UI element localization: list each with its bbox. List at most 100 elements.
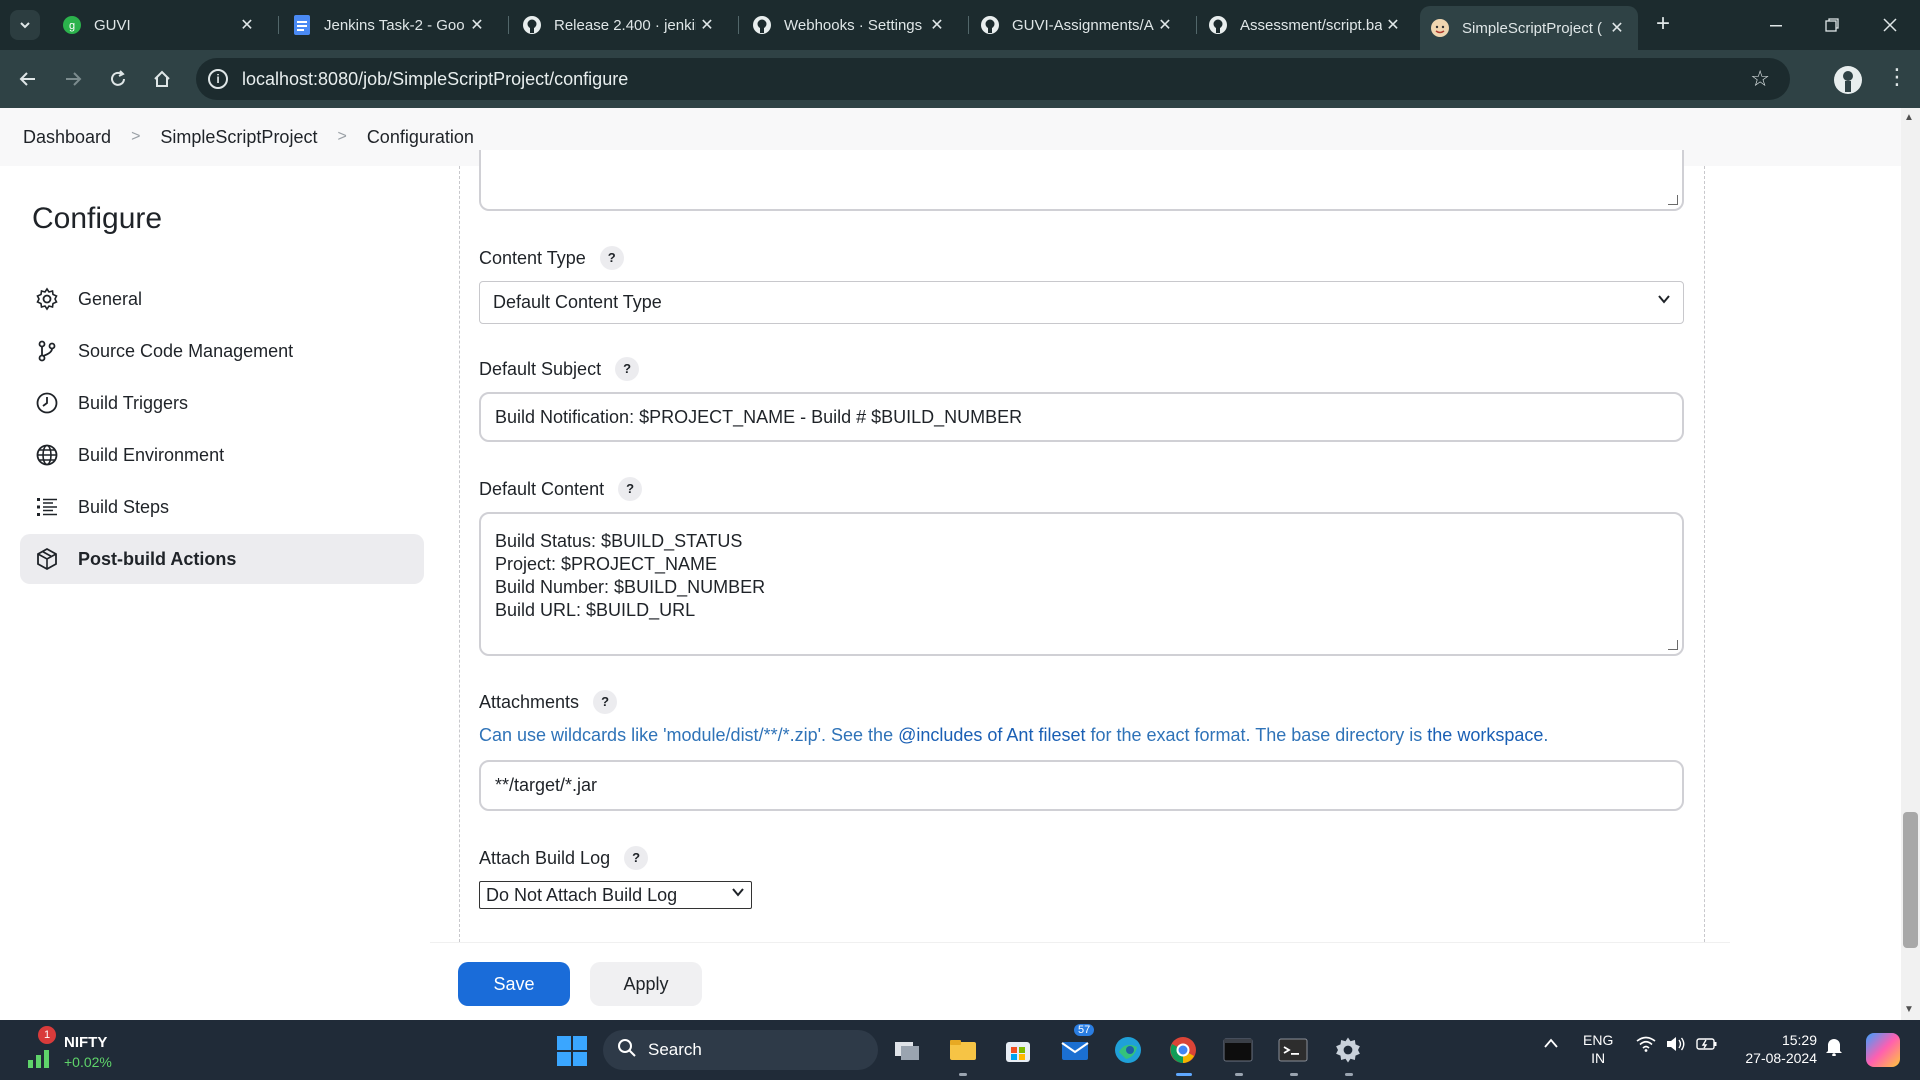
running-indicator xyxy=(1345,1073,1353,1076)
previous-textarea[interactable] xyxy=(479,150,1684,211)
sidebar-item-general[interactable]: General xyxy=(20,274,424,324)
branch-icon xyxy=(34,338,60,364)
content-type-select[interactable]: Default Content Type xyxy=(479,281,1684,324)
running-indicator xyxy=(1235,1073,1243,1076)
apply-button[interactable]: Apply xyxy=(590,962,702,1006)
svg-text:g: g xyxy=(69,20,75,32)
tab-webhooks-settings[interactable]: Webhooks · Settings ✕ xyxy=(742,7,958,43)
close-tab-icon[interactable]: ✕ xyxy=(1606,18,1628,38)
close-window-button[interactable] xyxy=(1862,0,1918,50)
notification-bell-icon[interactable] xyxy=(1825,1036,1843,1061)
store-icon[interactable] xyxy=(1001,1033,1035,1067)
save-button[interactable]: Save xyxy=(458,962,570,1006)
sidebar-item-build-steps[interactable]: Build Steps xyxy=(20,482,424,532)
tab-guvi[interactable]: g GUVI ✕ xyxy=(52,7,268,43)
scrollbar-thumb[interactable] xyxy=(1903,812,1918,948)
attachments-input[interactable]: **/target/*.jar xyxy=(479,760,1684,811)
input-language[interactable]: ENG IN xyxy=(1583,1031,1613,1067)
new-tab-button[interactable]: + xyxy=(1650,12,1676,38)
tab-simplescriptproject[interactable]: SimpleScriptProject ( ✕ xyxy=(1420,6,1638,50)
system-clock[interactable]: 15:29 27-08-2024 xyxy=(1737,1031,1817,1067)
site-info-icon[interactable]: i xyxy=(208,69,228,89)
default-subject-input[interactable]: Build Notification: $PROJECT_NAME - Buil… xyxy=(479,392,1684,442)
close-tab-icon[interactable]: ✕ xyxy=(236,15,258,35)
reload-icon xyxy=(111,70,125,86)
attach-build-log-label: Attach Build Log ? xyxy=(479,846,649,870)
clock-date: 27-08-2024 xyxy=(1745,1050,1817,1066)
workspace-link[interactable]: the workspace xyxy=(1427,725,1543,745)
default-content-textarea[interactable]: Build Status: $BUILD_STATUS Project: $PR… xyxy=(479,512,1684,656)
lang-line: IN xyxy=(1591,1050,1606,1066)
tab-release-jenkins[interactable]: Release 2.400 · jenkin ✕ xyxy=(512,7,728,43)
back-button[interactable] xyxy=(12,63,44,95)
scroll-down-icon[interactable]: ▼ xyxy=(1904,1004,1914,1015)
forward-button[interactable] xyxy=(57,63,89,95)
address-bar[interactable]: i localhost:8080/job/SimpleScriptProject… xyxy=(196,58,1790,100)
scroll-up-icon[interactable]: ▲ xyxy=(1904,112,1914,123)
breadcrumb-configuration[interactable]: Configuration xyxy=(367,127,474,148)
settings-gear-icon[interactable] xyxy=(1331,1033,1365,1067)
copilot-icon[interactable] xyxy=(1866,1033,1900,1067)
help-icon[interactable]: ? xyxy=(593,690,618,714)
google-docs-icon xyxy=(292,15,312,35)
help-icon[interactable]: ? xyxy=(624,846,649,870)
default-content-line: Build Status: $BUILD_STATUS xyxy=(495,531,743,551)
mail-icon[interactable] xyxy=(1058,1033,1092,1067)
attachments-hint-text: for the exact format. The base directory… xyxy=(1085,725,1428,745)
github-icon xyxy=(752,15,772,35)
start-button[interactable] xyxy=(557,1036,587,1066)
sidebar-item-source-code-management[interactable]: Source Code Management xyxy=(20,326,424,376)
tray-chevron-up-icon[interactable] xyxy=(1543,1036,1559,1054)
attach-build-log-select[interactable]: Do Not Attach Build Log xyxy=(479,881,752,909)
volume-icon[interactable] xyxy=(1666,1036,1686,1057)
sidebar-item-build-environment[interactable]: Build Environment xyxy=(20,430,424,480)
browser-menu-icon[interactable]: ⋮ xyxy=(1886,64,1908,90)
content-type-label: Content Type ? xyxy=(479,246,624,270)
terminal-icon[interactable] xyxy=(1221,1033,1255,1067)
arrow-right-icon xyxy=(66,72,82,86)
wifi-icon[interactable] xyxy=(1636,1036,1656,1057)
help-icon[interactable]: ? xyxy=(618,477,643,501)
chevron-right-icon: > xyxy=(131,128,141,145)
attach-build-log-value: Do Not Attach Build Log xyxy=(486,884,678,905)
task-view-icon[interactable] xyxy=(890,1033,924,1067)
close-tab-icon[interactable]: ✕ xyxy=(1154,15,1176,35)
taskbar-search[interactable]: Search xyxy=(603,1030,878,1070)
close-tab-icon[interactable]: ✕ xyxy=(1382,15,1404,35)
github-icon xyxy=(980,15,1000,35)
close-tab-icon[interactable]: ✕ xyxy=(466,15,488,35)
sidebar-item-build-triggers[interactable]: Build Triggers xyxy=(20,378,424,428)
attachments-hint: Can use wildcards like 'module/dist/**/*… xyxy=(479,725,1548,746)
breadcrumb-dashboard[interactable]: Dashboard xyxy=(23,127,111,148)
clock-icon xyxy=(34,390,60,416)
tab-jenkins-task-doc[interactable]: Jenkins Task-2 - Goo ✕ xyxy=(282,7,498,43)
sidebar-item-label: Source Code Management xyxy=(78,340,294,361)
resize-handle-icon[interactable] xyxy=(1668,640,1678,650)
resize-handle-icon[interactable] xyxy=(1668,195,1678,205)
edge-icon[interactable] xyxy=(1111,1033,1145,1067)
chrome-icon[interactable] xyxy=(1166,1033,1200,1067)
tab-guvi-assignments[interactable]: GUVI-Assignments/A ✕ xyxy=(970,7,1186,43)
sidebar-item-label: Post-build Actions xyxy=(78,548,237,569)
url-text[interactable]: localhost:8080/job/SimpleScriptProject/c… xyxy=(242,69,628,90)
profile-avatar[interactable] xyxy=(1834,66,1862,94)
close-tab-icon[interactable]: ✕ xyxy=(696,15,718,35)
sidebar-item-post-build-actions[interactable]: Post-build Actions xyxy=(20,534,424,584)
home-button[interactable] xyxy=(146,63,178,95)
bookmark-star-icon[interactable]: ☆ xyxy=(1750,66,1770,92)
command-prompt-icon[interactable] xyxy=(1276,1033,1310,1067)
battery-icon[interactable] xyxy=(1696,1036,1718,1057)
file-explorer-icon[interactable] xyxy=(946,1033,980,1067)
close-tab-icon[interactable]: ✕ xyxy=(926,15,948,35)
ant-fileset-link[interactable]: @includes of Ant fileset xyxy=(898,725,1085,745)
reload-button[interactable] xyxy=(102,63,134,95)
tab-assessment-script[interactable]: Assessment/script.ba ✕ xyxy=(1198,7,1414,43)
breadcrumb-project[interactable]: SimpleScriptProject xyxy=(160,127,317,148)
minimize-button[interactable] xyxy=(1748,0,1804,50)
help-icon[interactable]: ? xyxy=(599,246,624,270)
tab-title: SimpleScriptProject ( xyxy=(1462,19,1603,37)
stock-widget[interactable]: 1 NIFTY +0.02% xyxy=(24,1026,144,1074)
restore-button[interactable] xyxy=(1804,0,1860,50)
tab-search-button[interactable] xyxy=(10,10,40,40)
help-icon[interactable]: ? xyxy=(615,357,640,381)
